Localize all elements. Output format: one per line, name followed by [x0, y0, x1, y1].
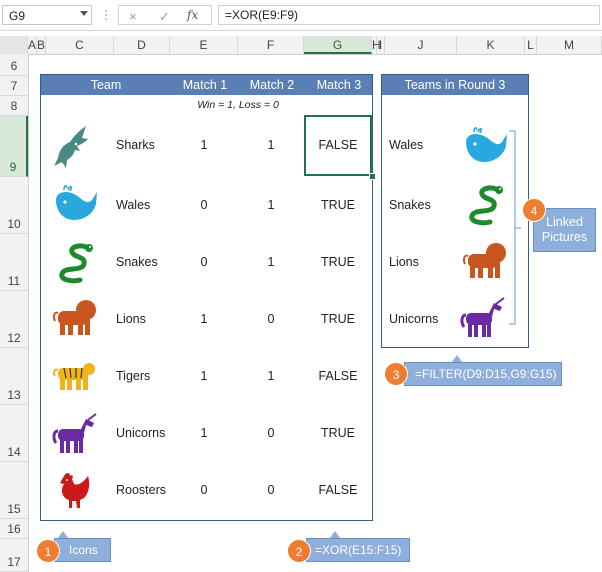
snake-icon[interactable] — [464, 182, 506, 226]
match-2-cell[interactable]: 1 — [238, 369, 304, 383]
column-header-i[interactable]: I — [377, 36, 385, 54]
column-header-f[interactable]: F — [238, 36, 304, 54]
match-1-cell[interactable]: 0 — [170, 483, 238, 497]
callout-number-badge: 3 — [384, 362, 408, 386]
chevron-down-icon[interactable] — [80, 11, 88, 16]
tiger-icon[interactable] — [52, 360, 98, 392]
round3-header: Teams in Round 3 — [382, 75, 528, 95]
row-header-14[interactable]: 14 — [0, 405, 28, 462]
rooster-icon[interactable] — [54, 470, 94, 510]
match-3-cell[interactable]: FALSE — [304, 483, 372, 497]
insert-function-button[interactable]: fx — [187, 8, 198, 22]
match-3-cell[interactable]: FALSE — [304, 369, 372, 383]
header-match-2: Match 2 — [249, 78, 295, 92]
team-name: Unicorns — [116, 426, 166, 440]
unicorn-icon[interactable] — [460, 297, 506, 339]
row-header-16[interactable]: 16 — [0, 519, 28, 539]
row-header-15[interactable]: 15 — [0, 462, 28, 519]
callout-filter-formula: =FILTER(D9:D15,G9:G15) — [404, 362, 562, 386]
column-headers: A B C D E F G H I J K L M — [0, 36, 602, 55]
round3-team: Unicorns — [389, 312, 439, 326]
column-header-l[interactable]: L — [525, 36, 537, 54]
formula-input[interactable]: =XOR(E9:F9) — [218, 5, 600, 25]
active-cell-selection[interactable] — [304, 115, 372, 176]
match-1-cell[interactable]: 0 — [170, 198, 238, 212]
row-header-8[interactable]: 8 — [0, 96, 28, 116]
callout-xor-formula: =XOR(E15:F15) — [306, 538, 410, 562]
round3-team: Snakes — [389, 198, 431, 212]
team-name: Snakes — [116, 255, 158, 269]
callout-line-2: Pictures — [541, 230, 588, 244]
team-name: Wales — [116, 198, 151, 212]
column-header-c[interactable]: C — [46, 36, 114, 54]
row-header-13[interactable]: 13 — [0, 348, 28, 405]
team-name: Roosters — [116, 483, 167, 497]
header-match-1: Match 1 — [182, 78, 228, 92]
match-2-cell[interactable]: 1 — [238, 255, 304, 269]
lion-icon[interactable] — [462, 242, 508, 280]
team-name: Lions — [116, 312, 146, 326]
name-box[interactable]: G9 — [2, 5, 92, 25]
shark-icon[interactable] — [52, 124, 94, 168]
column-header-m[interactable]: M — [537, 36, 602, 54]
enter-icon[interactable]: ✓ — [159, 9, 170, 25]
unicorn-icon[interactable] — [52, 413, 98, 455]
callout-pointer — [452, 355, 462, 362]
round3-team: Wales — [389, 138, 424, 152]
match-1-cell[interactable]: 1 — [170, 369, 238, 383]
bracket-connector — [508, 130, 522, 326]
match-3-cell[interactable]: TRUE — [304, 198, 372, 212]
column-header-k[interactable]: K — [457, 36, 525, 54]
round3-team: Lions — [389, 255, 419, 269]
header-match-3: Match 3 — [316, 78, 362, 92]
row-header-6[interactable]: 6 — [0, 54, 28, 76]
match-2-cell[interactable]: 0 — [238, 483, 304, 497]
formula-buttons: × ✓ fx — [118, 5, 212, 25]
callout-pointer — [58, 531, 68, 538]
column-header-d[interactable]: D — [114, 36, 170, 54]
header-team: Team — [90, 78, 122, 92]
row-header-17[interactable]: 17 — [0, 539, 28, 572]
match-3-cell[interactable]: TRUE — [304, 255, 372, 269]
select-all-corner[interactable] — [0, 36, 28, 54]
column-header-g[interactable]: G — [304, 36, 372, 54]
whale-icon[interactable] — [462, 126, 508, 166]
column-header-j[interactable]: J — [385, 36, 457, 54]
grip-icon: ⋮ — [100, 8, 112, 22]
team-name: Sharks — [116, 138, 155, 152]
callout-number-badge: 4 — [522, 198, 546, 222]
row-headers: 6 7 8 9 10 11 12 13 14 15 16 17 — [0, 54, 29, 572]
lion-icon[interactable] — [52, 299, 98, 337]
column-header-a[interactable]: A — [28, 36, 37, 54]
row-header-9[interactable]: 9 — [0, 116, 28, 177]
callout-number-badge: 2 — [287, 539, 311, 563]
match-2-cell[interactable]: 1 — [238, 198, 304, 212]
snake-icon[interactable] — [54, 240, 96, 284]
match-2-cell[interactable]: 0 — [238, 426, 304, 440]
column-header-b[interactable]: B — [37, 36, 46, 54]
row-header-11[interactable]: 11 — [0, 234, 28, 291]
callout-pointer — [330, 531, 340, 538]
row-header-12[interactable]: 12 — [0, 291, 28, 348]
match-3-cell[interactable]: TRUE — [304, 426, 372, 440]
cancel-icon[interactable]: × — [129, 9, 137, 24]
callout-icons: Icons — [54, 538, 111, 562]
score-note: Win = 1, Loss = 0 — [197, 99, 279, 111]
match-table-header: Team Match 1 Match 2 Match 3 — [41, 75, 372, 95]
whale-icon[interactable] — [52, 184, 98, 224]
match-1-cell[interactable]: 0 — [170, 255, 238, 269]
match-3-cell[interactable]: TRUE — [304, 312, 372, 326]
match-1-cell[interactable]: 1 — [170, 426, 238, 440]
match-1-cell[interactable]: 1 — [170, 312, 238, 326]
row-header-7[interactable]: 7 — [0, 76, 28, 96]
row-header-10[interactable]: 10 — [0, 177, 28, 234]
column-header-e[interactable]: E — [170, 36, 238, 54]
callout-number-badge: 1 — [36, 539, 60, 563]
match-2-cell[interactable]: 1 — [238, 138, 304, 152]
match-2-cell[interactable]: 0 — [238, 312, 304, 326]
team-name: Tigers — [116, 369, 151, 383]
match-1-cell[interactable]: 1 — [170, 138, 238, 152]
fill-handle[interactable] — [369, 173, 376, 180]
formula-bar: G9 ⋮ × ✓ fx =XOR(E9:F9) — [0, 0, 602, 31]
